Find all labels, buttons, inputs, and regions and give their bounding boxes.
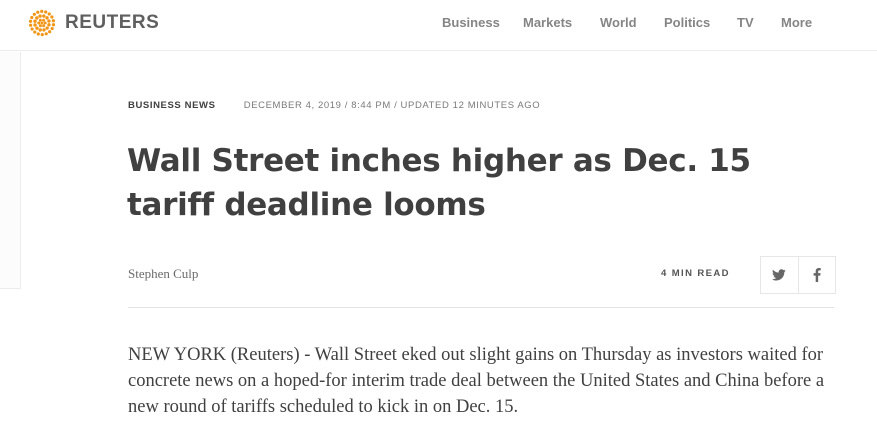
- article-lede: NEW YORK (Reuters) - Wall Street eked ou…: [128, 345, 825, 417]
- nav-item-business[interactable]: Business: [442, 14, 500, 32]
- main-nav: Business Markets World Politics TV More: [0, 14, 877, 34]
- byline-divider: [128, 307, 834, 308]
- facebook-icon: [813, 268, 821, 282]
- read-time: 4 MIN READ: [661, 268, 730, 279]
- share-twitter-button[interactable]: [761, 257, 798, 293]
- page: REUTERS Business Markets World Politics …: [0, 0, 877, 439]
- nav-item-politics[interactable]: Politics: [664, 14, 710, 32]
- site-header: REUTERS Business Markets World Politics …: [0, 0, 877, 51]
- author-byline[interactable]: Stephen Culp: [128, 266, 198, 282]
- share-buttons: [760, 256, 836, 294]
- article-dateline: DECEMBER 4, 2019 / 8:44 PM / UPDATED 12 …: [243, 100, 541, 111]
- logo-dot: [40, 9, 44, 13]
- nav-item-more[interactable]: More: [781, 14, 812, 32]
- article-meta: BUSINESS NEWS DECEMBER 4, 2019 / 8:44 PM…: [128, 100, 540, 111]
- nav-item-markets[interactable]: Markets: [523, 14, 572, 32]
- share-facebook-button[interactable]: [797, 257, 836, 293]
- twitter-icon: [772, 269, 787, 281]
- section-label[interactable]: BUSINESS NEWS: [128, 100, 216, 111]
- nav-item-world[interactable]: World: [600, 14, 637, 32]
- article-headline: Wall Street inches higher as Dec. 15 tar…: [127, 143, 751, 223]
- nav-item-tv[interactable]: TV: [737, 14, 754, 32]
- left-gutter: [0, 52, 21, 289]
